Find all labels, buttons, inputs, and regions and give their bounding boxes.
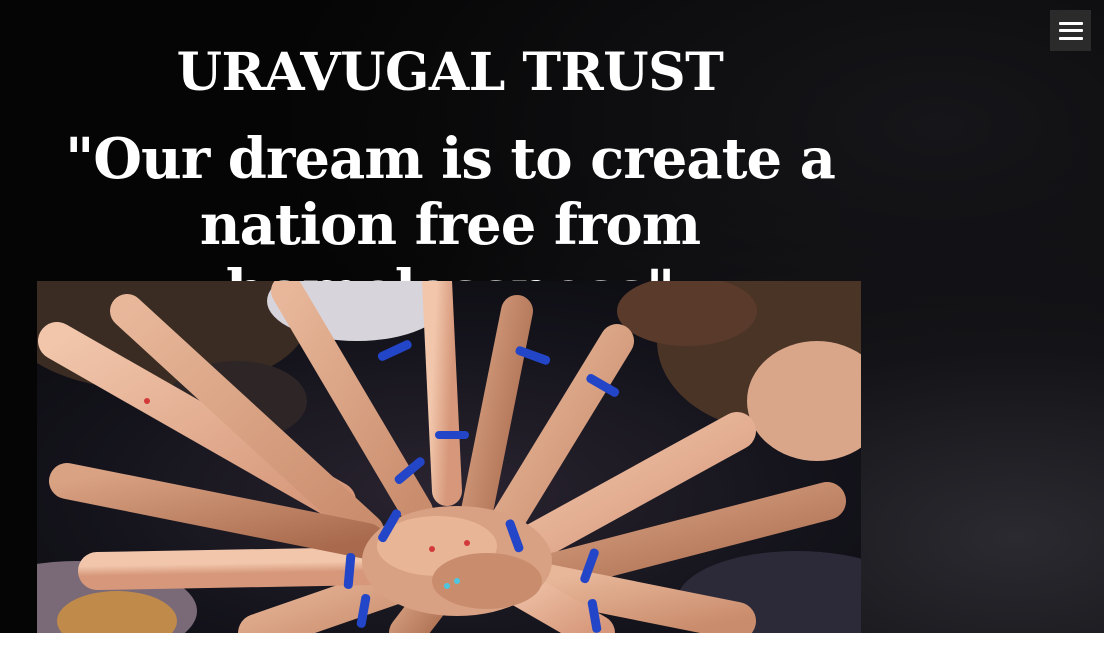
site-title: URAVUGAL TRUST xyxy=(176,42,724,103)
page: URAVUGAL TRUST "Our dream is to create a… xyxy=(0,0,1104,645)
menu-button[interactable] xyxy=(1050,10,1091,51)
hamburger-menu-icon xyxy=(1058,21,1083,40)
bottom-strip xyxy=(0,633,1104,645)
hands-together-photo xyxy=(37,281,861,633)
hero-section: URAVUGAL TRUST "Our dream is to create a… xyxy=(0,0,1104,633)
